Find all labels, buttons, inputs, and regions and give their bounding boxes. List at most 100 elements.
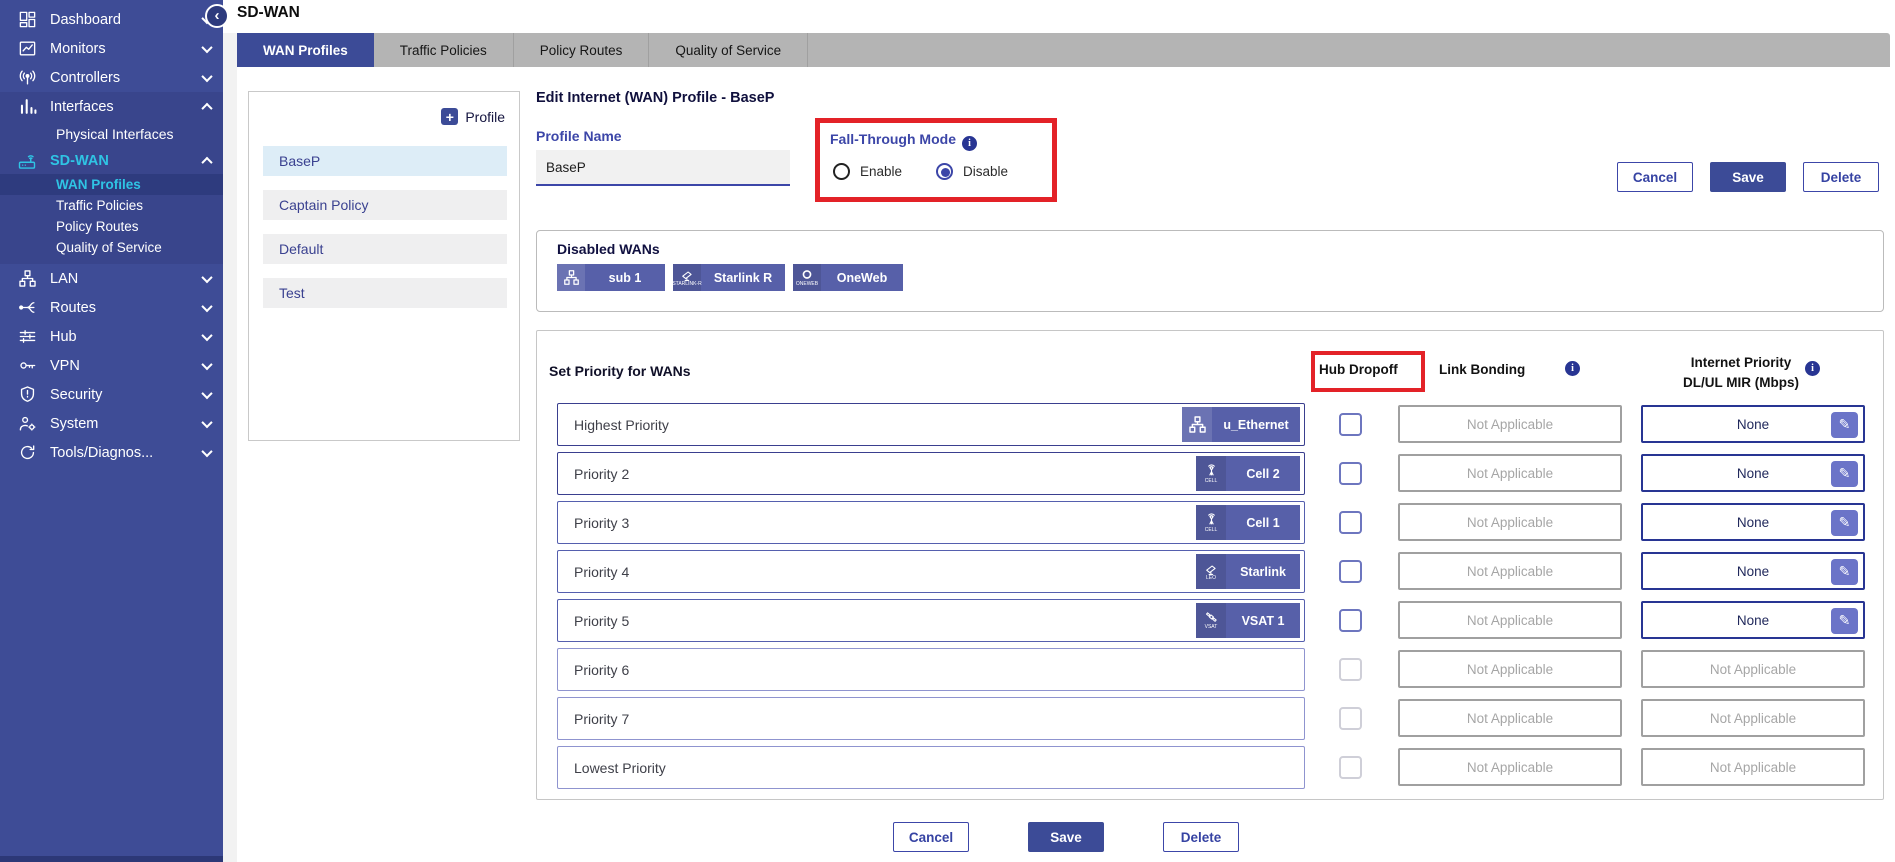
cancel-button-top[interactable]: Cancel [1617, 162, 1693, 192]
priority-bar-4[interactable]: Priority 4 LEO Starlink [557, 550, 1305, 593]
sidebar-scrollbar[interactable] [0, 856, 223, 862]
disable-radio[interactable]: Disable [936, 163, 1008, 180]
edit-pencil-button[interactable]: ✎ [1831, 412, 1858, 438]
edit-pencil-button[interactable]: ✎ [1831, 559, 1858, 585]
profile-name: Captain Policy [279, 197, 369, 213]
sidebar-item-label: Routes [50, 300, 190, 316]
sidebar-item-routes[interactable]: Routes [0, 293, 223, 322]
sidebar-item-label: Hub [50, 329, 190, 345]
priority-row-4: Priority 4 LEO Starlink Not Applicable N… [537, 550, 1885, 593]
delete-button-bottom[interactable]: Delete [1163, 822, 1239, 852]
hub-dropoff-checkbox[interactable] [1339, 511, 1362, 534]
wan-chip-vsat1[interactable]: VSAT VSAT 1 [1196, 603, 1300, 638]
satellite-dish-icon: LEO [1196, 554, 1226, 589]
sidebar-item-tools-diagnostics[interactable]: Tools/Diagnos... [0, 438, 223, 467]
wan-chip-label: Cell 1 [1226, 505, 1300, 540]
radio-circle-icon [833, 163, 850, 180]
sidebar-item-label: Monitors [50, 41, 190, 57]
priority-label: Priority 4 [574, 564, 1196, 580]
priority-bar-lowest[interactable]: Lowest Priority [557, 746, 1305, 789]
hub-dropoff-checkbox[interactable] [1339, 609, 1362, 632]
priority-bar-3[interactable]: Priority 3 CELL Cell 1 [557, 501, 1305, 544]
plus-icon: + [441, 108, 458, 125]
chevron-down-icon [201, 329, 212, 340]
link-bonding-field: Not Applicable [1398, 405, 1622, 443]
wan-chip-oneweb[interactable]: ONEWEB OneWeb [793, 264, 903, 291]
tab-wan-profiles[interactable]: WAN Profiles [237, 33, 374, 67]
edit-pencil-button[interactable]: ✎ [1831, 510, 1858, 536]
profile-item-basep[interactable]: BaseP [263, 146, 507, 176]
tab-traffic-policies[interactable]: Traffic Policies [374, 33, 514, 67]
link-bonding-field: Not Applicable [1398, 699, 1622, 737]
disabled-wans-chips: sub 1 STARLINK-R Starlink R ONEWEB OneWe… [557, 264, 903, 291]
tab-quality-of-service[interactable]: Quality of Service [649, 33, 808, 67]
collapse-sidebar-button[interactable]: ‹ [205, 4, 229, 28]
sidebar-item-quality-of-service[interactable]: Quality of Service [0, 237, 223, 258]
wan-chip-starlink[interactable]: LEO Starlink [1196, 554, 1300, 589]
profile-name-input[interactable] [536, 150, 790, 186]
sidebar-item-interfaces[interactable]: Interfaces [0, 92, 223, 121]
priority-bar-5[interactable]: Priority 5 VSAT VSAT 1 [557, 599, 1305, 642]
sidebar-item-security[interactable]: Security [0, 380, 223, 409]
tab-label: Policy Routes [540, 43, 623, 58]
sidebar-item-dashboard[interactable]: Dashboard [0, 5, 223, 34]
profile-item-default[interactable]: Default [263, 234, 507, 264]
wan-chip-cell1[interactable]: CELL Cell 1 [1196, 505, 1300, 540]
priority-bar-highest[interactable]: Highest Priority u_Ethernet [557, 403, 1305, 446]
wan-chip-u-ethernet[interactable]: u_Ethernet [1182, 407, 1300, 442]
sidebar-item-system[interactable]: System [0, 409, 223, 438]
add-profile-button[interactable]: + Profile [441, 108, 505, 125]
sidebar-item-label: Physical Interfaces [56, 126, 174, 142]
sidebar-item-traffic-policies[interactable]: Traffic Policies [0, 195, 223, 216]
sidebar-item-monitors[interactable]: Monitors [0, 34, 223, 63]
hub-dropoff-checkbox[interactable] [1339, 462, 1362, 485]
profile-item-test[interactable]: Test [263, 278, 507, 308]
edit-pencil-button[interactable]: ✎ [1831, 608, 1858, 634]
priority-row-2: Priority 2 CELL Cell 2 Not Applicable No… [537, 452, 1885, 495]
ethernet-network-icon [1182, 407, 1212, 442]
info-icon[interactable]: i [1565, 361, 1580, 376]
sidebar-item-hub[interactable]: Hub [0, 322, 223, 351]
priority-bar-6[interactable]: Priority 6 [557, 648, 1305, 691]
cancel-button-bottom[interactable]: Cancel [893, 822, 969, 852]
chevron-down-icon [201, 70, 212, 81]
profile-item-captain-policy[interactable]: Captain Policy [263, 190, 507, 220]
hub-dropoff-checkbox[interactable] [1339, 413, 1362, 436]
sidebar-item-policy-routes[interactable]: Policy Routes [0, 216, 223, 237]
oneweb-ring-icon: ONEWEB [793, 264, 821, 291]
wan-chip-label: Starlink [1226, 554, 1300, 589]
hub-dropoff-checkbox[interactable] [1339, 560, 1362, 583]
satellite-dish-icon: STARLINK-R [673, 264, 701, 291]
edit-pencil-button[interactable]: ✎ [1831, 461, 1858, 487]
sidebar-item-vpn[interactable]: VPN [0, 351, 223, 380]
bar-chart-icon [17, 97, 37, 117]
save-button-top[interactable]: Save [1710, 162, 1786, 192]
enable-radio[interactable]: Enable [833, 163, 902, 180]
priority-bar-2[interactable]: Priority 2 CELL Cell 2 [557, 452, 1305, 495]
cell-tower-icon: CELL [1196, 456, 1226, 491]
tab-label: Traffic Policies [400, 43, 487, 58]
internet-priority-field: None ✎ [1641, 405, 1865, 443]
save-button-bottom[interactable]: Save [1028, 822, 1104, 852]
lan-network-icon [17, 269, 37, 289]
sidebar-item-sd-wan[interactable]: SD-WAN [0, 147, 223, 174]
sidebar-item-physical-interfaces[interactable]: Physical Interfaces [0, 121, 223, 147]
link-bonding-field: Not Applicable [1398, 748, 1622, 786]
sidebar-item-label: Interfaces [50, 99, 190, 115]
delete-button-top[interactable]: Delete [1803, 162, 1879, 192]
sidebar-item-controllers[interactable]: Controllers [0, 63, 223, 92]
wan-chip-starlink-r[interactable]: STARLINK-R Starlink R [673, 264, 785, 291]
radio-circle-icon [936, 163, 953, 180]
sidebar-item-lan[interactable]: LAN [0, 264, 223, 293]
wan-chip-sub1[interactable]: sub 1 [557, 264, 665, 291]
sidebar-item-label: Quality of Service [56, 240, 162, 255]
tab-policy-routes[interactable]: Policy Routes [514, 33, 650, 67]
wan-chip-cell2[interactable]: CELL Cell 2 [1196, 456, 1300, 491]
sidebar-item-wan-profiles[interactable]: WAN Profiles [0, 174, 223, 195]
priority-bar-7[interactable]: Priority 7 [557, 697, 1305, 740]
link-bonding-field: Not Applicable [1398, 503, 1622, 541]
chevron-down-icon [201, 300, 212, 311]
internet-priority-field: None ✎ [1641, 503, 1865, 541]
info-icon[interactable]: i [1805, 361, 1820, 376]
user-gear-icon [17, 414, 37, 434]
